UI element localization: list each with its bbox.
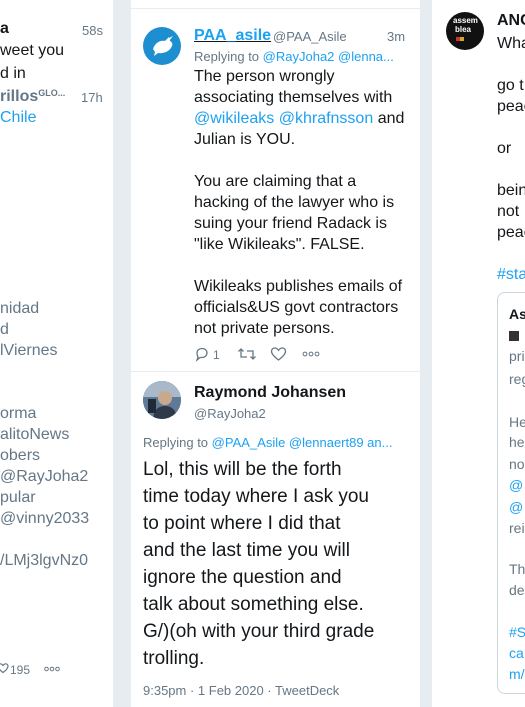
tweet-text-word: and — [377, 110, 405, 127]
tweet-text-line: trolling. — [143, 648, 205, 669]
text-fragment: obers — [0, 447, 41, 464]
text-fragment: lViernes — [0, 342, 58, 359]
tweet-text-line: ignore the question and — [143, 567, 342, 588]
tweet-text-line: G/)(oh with your third grade — [143, 621, 375, 642]
tweet-text-fragment: weet you — [0, 42, 65, 59]
handle[interactable]: @PAA_Asile — [273, 29, 347, 44]
replying-mentions[interactable]: @RayJoha2 @lenna... — [263, 49, 394, 64]
tweet-text-line: go t — [497, 77, 524, 94]
tweet-text-line: Julian is YOU. — [194, 131, 296, 148]
tweet-author-fragment: a — [0, 20, 9, 37]
tweet-text-line: to point where I did that — [143, 513, 341, 534]
like-icon[interactable] — [0, 662, 9, 674]
tweet-text-line: associating themselves with — [194, 89, 393, 106]
column-left: a 58s weet you d in rillosGLO... 17h Chi… — [0, 0, 113, 707]
square-icon — [509, 331, 519, 341]
avatar[interactable] — [143, 381, 181, 419]
replying-mentions[interactable]: @PAA_Asile @lennaert89 an... — [212, 435, 393, 450]
link-fragment[interactable]: m/ — [509, 666, 525, 682]
mention-fragment[interactable]: @RayJoha2 — [0, 468, 88, 486]
avatar[interactable]: assem blea — [446, 12, 484, 50]
quoted-text-line: rei — [509, 520, 525, 536]
link-fragment[interactable]: ca — [509, 645, 524, 661]
retweeter-name: rillos — [0, 88, 39, 105]
quoted-text-line: He — [509, 414, 525, 430]
text-fragment: orma — [0, 405, 37, 422]
tweet-text-line: Lol, this will be the forth — [143, 459, 342, 480]
display-name[interactable]: Raymond Johansen — [194, 384, 346, 402]
tweet-text-line: bein — [497, 182, 525, 199]
mention-link[interactable]: @khrafnsson — [279, 110, 374, 127]
display-name-text: PAA_asile — [194, 27, 272, 44]
like-count: 195 — [10, 663, 31, 677]
quoted-author[interactable]: As — [509, 306, 525, 322]
tweet-text-line: time today where I ask you — [143, 486, 369, 507]
avatar[interactable] — [143, 27, 181, 65]
quoted-text-line: pri — [509, 348, 525, 364]
tweet-text-line: peac — [497, 224, 525, 241]
tweet-time[interactable]: 3m — [387, 29, 405, 44]
handle[interactable]: @RayJoha2 — [194, 406, 266, 421]
avatar-text: blea — [455, 25, 472, 34]
mention-link[interactable]: @ — [509, 499, 523, 515]
tweet-text-line: hacking of the lawyer who is — [194, 194, 395, 211]
retweeter-name-fragment[interactable]: rillosGLO... — [0, 88, 65, 106]
tweet-text-line: Wikileaks publishes emails of — [194, 278, 403, 295]
hashtag[interactable]: #S — [509, 624, 525, 640]
divider — [131, 371, 420, 372]
text-fragment: nidad — [0, 300, 40, 317]
mention-link[interactable]: @ — [509, 477, 523, 493]
reply-icon[interactable] — [194, 346, 210, 362]
retweet-icon[interactable] — [237, 346, 257, 362]
replying-to: Replying to @PAA_Asile @lennaert89 an... — [143, 435, 392, 450]
tweet-text-line: @wikileaks @khrafnsson and — [194, 110, 404, 128]
avatar-text: assem — [453, 16, 478, 25]
tweet-text-line: Wha — [497, 35, 525, 52]
column-right: assem blea ANC Wha go t peac or bein not… — [432, 0, 525, 707]
quoted-text-line: no — [509, 456, 525, 472]
replying-label: Replying to — [143, 435, 209, 450]
display-name[interactable]: ANC — [497, 12, 525, 30]
tweet-text-line: suing your friend Radack is — [194, 215, 387, 232]
tweet-text-fragment: d in — [0, 65, 26, 82]
column-thread: PAA_asile @PAA_Asile 3m Replying to @Ray… — [131, 0, 420, 707]
divider — [131, 8, 420, 9]
tweet-text-line: not — [497, 203, 520, 220]
tweet-text-line: officials&US govt contractors — [194, 299, 399, 316]
text-fragment: pular — [0, 489, 36, 506]
tweet-text-line: You are claiming that a — [194, 173, 357, 190]
link-fragment[interactable]: /LMj3lgvNz0 — [0, 552, 88, 570]
tweet-text-line: and the last time you will — [143, 540, 350, 561]
quoted-text-line: de — [509, 582, 525, 598]
tweet-text-line: not private persons. — [194, 320, 335, 337]
tweet-text-line: The person wrongly — [194, 68, 335, 85]
quoted-text-line: reg — [509, 371, 525, 387]
replying-label: Replying to — [194, 49, 260, 64]
text-fragment: d — [0, 321, 9, 338]
tweet-text-line: peac — [497, 98, 525, 115]
tweet-text-line: or — [497, 140, 512, 157]
tweet-time[interactable]: 17h — [81, 90, 103, 105]
quoted-text-line: Th — [509, 561, 525, 577]
display-name[interactable]: PAA_asile — [194, 27, 271, 45]
flag-mark — [460, 37, 464, 41]
tweet-text-line: "like Wikileaks". FALSE. — [194, 236, 365, 253]
tweet-text-line: talk about something else. — [143, 594, 364, 615]
hashtag-fragment[interactable]: Chile — [0, 109, 36, 127]
tweet-time[interactable]: 58s — [82, 23, 103, 38]
like-icon[interactable] — [270, 346, 287, 362]
tweet-timestamp[interactable]: 9:35pm · 1 Feb 2020 · TweetDeck — [143, 683, 339, 698]
text-fragment: alitoNews — [0, 426, 70, 443]
quoted-text-line: he — [509, 434, 525, 450]
more-icon[interactable] — [302, 351, 320, 357]
reply-count: 1 — [213, 348, 220, 362]
replying-to: Replying to @RayJoha2 @lenna... — [194, 49, 394, 64]
mention-fragment[interactable]: @vinny2033 — [0, 510, 89, 528]
more-icon[interactable] — [44, 666, 60, 672]
mention-link[interactable]: @wikileaks — [194, 110, 274, 127]
retweeter-name-suffix: GLO... — [38, 88, 66, 98]
hashtag[interactable]: #sta — [497, 266, 525, 284]
